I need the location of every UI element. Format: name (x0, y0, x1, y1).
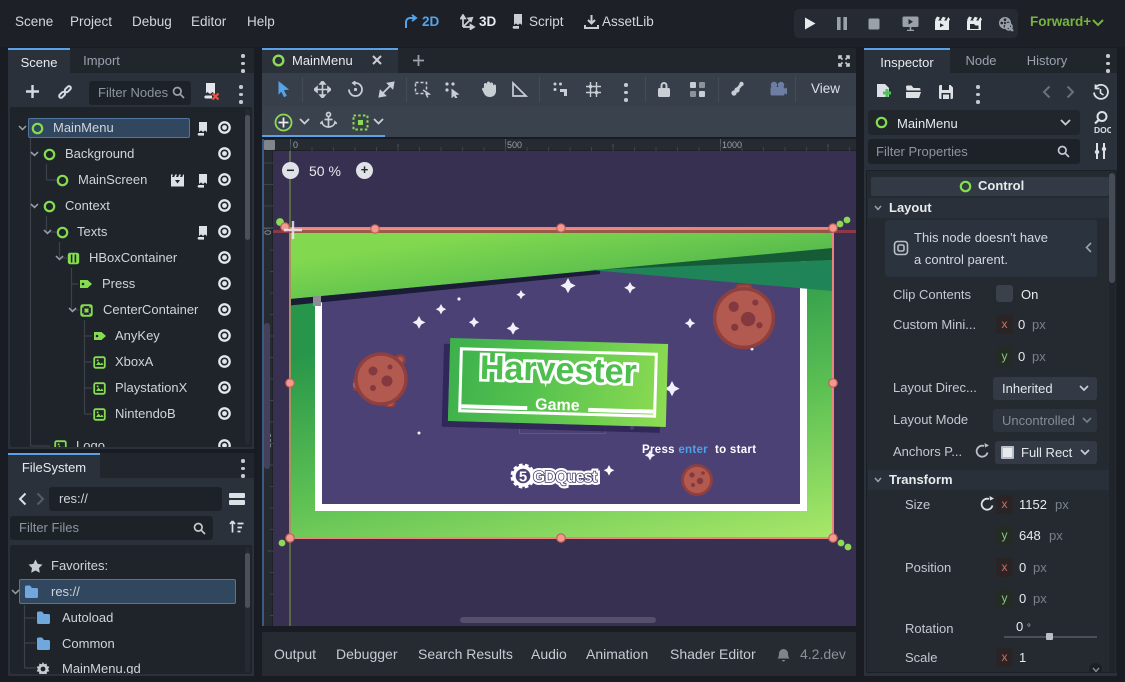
svg-text:DOC: DOC (1094, 125, 1111, 135)
